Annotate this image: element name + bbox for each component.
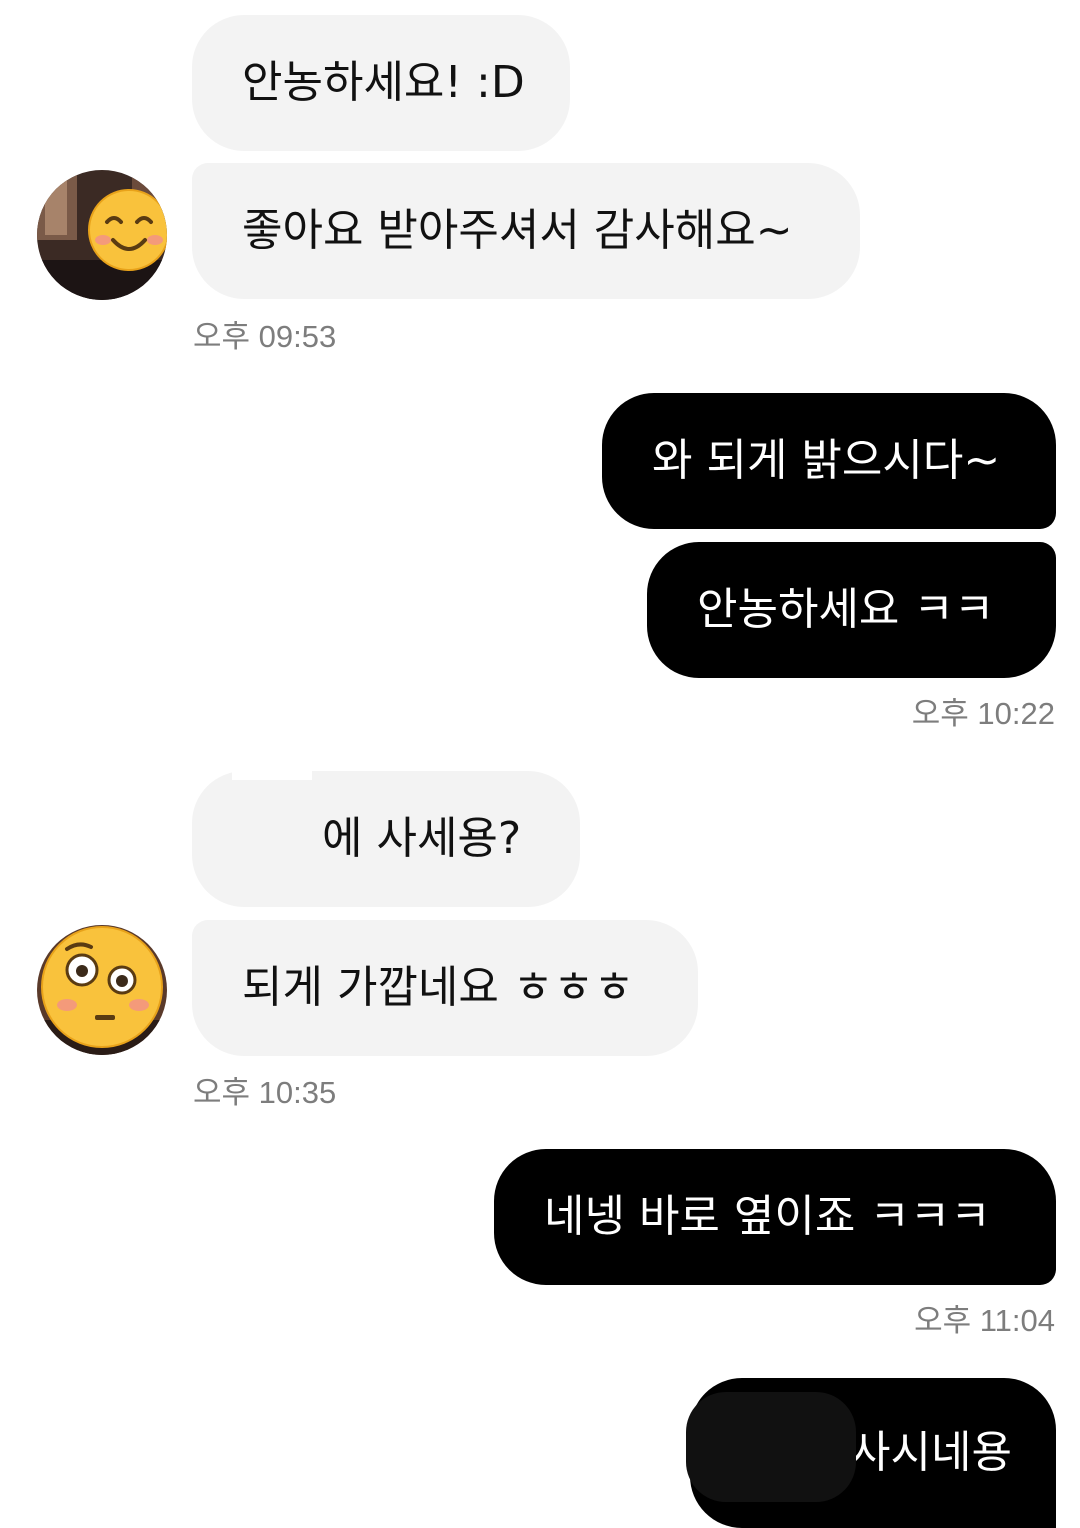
message-timestamp: 오후 10:35 xyxy=(193,1075,337,1110)
message-bubble-outgoing[interactable]: 와 되게 밝으시다~ xyxy=(602,393,1056,529)
message-text: 와 되게 밝으시다~ xyxy=(652,435,1001,486)
message-text: 안농하세요 ㅋㅋ xyxy=(697,584,995,635)
flushed-face-emoji-avatar-icon[interactable] xyxy=(37,925,167,1055)
message-timestamp: 오후 11:04 xyxy=(914,1303,1055,1338)
message-timestamp: 오후 09:53 xyxy=(193,319,337,354)
message-bubble-outgoing[interactable]: 네넹 바로 옆이죠 ㅋㅋㅋ xyxy=(494,1149,1056,1285)
message-bubble-incoming[interactable]: 되게 가깝네요 ㅎㅎㅎ xyxy=(192,920,698,1056)
message-text: 좋아요 받아주셔서 감사해요~ xyxy=(242,205,793,256)
message-text: 네넹 바로 옆이죠 ㅋㅋㅋ xyxy=(544,1191,991,1242)
message-bubble-incoming[interactable]: 안농하세요! :D xyxy=(192,15,570,151)
message-timestamp: 오후 10:22 xyxy=(911,696,1055,731)
message-text: 에 사세용? xyxy=(322,813,522,864)
redaction-mark xyxy=(686,1392,856,1502)
message-text: 안농하세요! :D xyxy=(242,57,525,108)
message-bubble-outgoing[interactable]: 안농하세요 ㅋㅋ xyxy=(647,542,1056,678)
smiling-face-emoji-avatar-icon[interactable] xyxy=(37,170,167,300)
message-bubble-incoming[interactable]: 에 사세용? xyxy=(192,771,580,907)
message-text: 사시네용 xyxy=(850,1427,1012,1478)
message-text: 되게 가깝네요 ㅎㅎㅎ xyxy=(242,962,635,1013)
redaction-mark xyxy=(232,768,312,780)
message-bubble-incoming[interactable]: 좋아요 받아주셔서 감사해요~ xyxy=(192,163,860,299)
